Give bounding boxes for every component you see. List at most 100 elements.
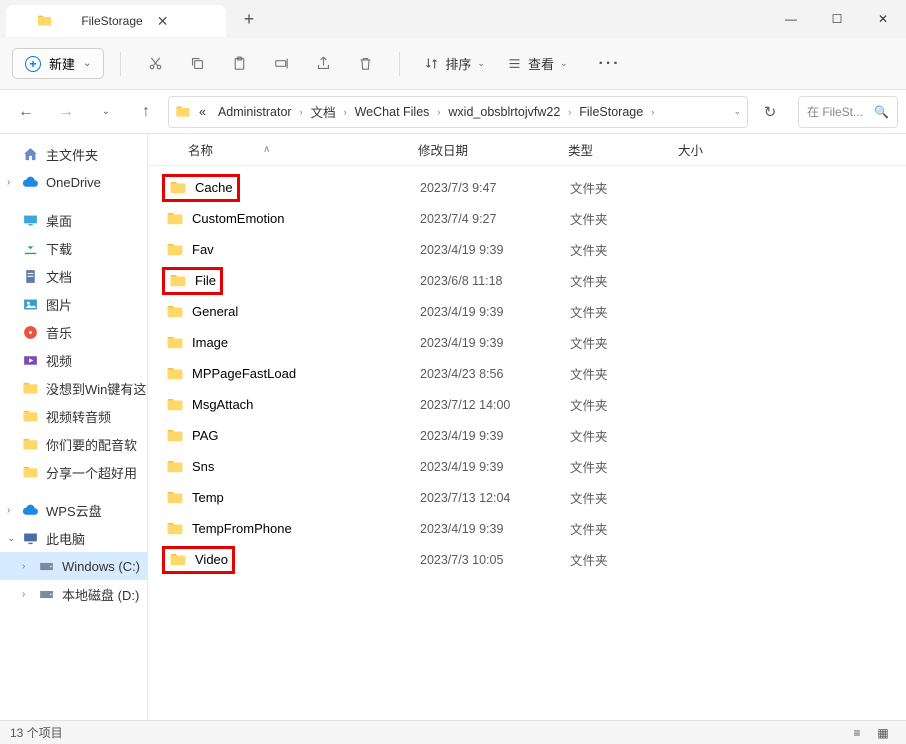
col-name[interactable]: 名称∧ (188, 140, 418, 159)
folder-icon (22, 464, 39, 481)
address-bar[interactable]: « Administrator › 文档 › WeChat Files › wx… (168, 96, 748, 128)
plus-icon: + (25, 56, 41, 72)
up-button[interactable]: ↑ (128, 95, 164, 129)
file-type: 文件夹 (570, 364, 680, 383)
sidebar-quick-item[interactable]: 下载 (0, 234, 147, 262)
breadcrumb-seg[interactable]: FileStorage (575, 103, 647, 121)
sort-dropdown[interactable]: 排序 ⌄ (416, 49, 493, 78)
sidebar-quick-item[interactable]: 没想到Win键有这 (0, 374, 147, 402)
breadcrumb-seg[interactable]: Administrator (214, 103, 296, 121)
sidebar-thispc[interactable]: ⌄ 此电脑 (0, 524, 147, 552)
new-button[interactable]: + 新建 ⌄ (12, 48, 104, 79)
sidebar-quick-item[interactable]: 视频 (0, 346, 147, 374)
search-icon: 🔍 (874, 105, 889, 119)
file-type: 文件夹 (570, 395, 680, 414)
folder-icon (166, 489, 184, 507)
sidebar-home[interactable]: 主文件夹 (0, 140, 147, 168)
file-type: 文件夹 (570, 550, 680, 569)
window-tab[interactable]: FileStorage ✕ (6, 5, 226, 37)
file-row[interactable]: General2023/4/19 9:39文件夹 (148, 296, 906, 327)
toolbar: + 新建 ⌄ 排序 ⌄ 查看 ⌄ ··· (0, 38, 906, 90)
file-row[interactable]: Sns2023/4/19 9:39文件夹 (148, 451, 906, 482)
sidebar-wps[interactable]: › WPS云盘 (0, 496, 147, 524)
file-row[interactable]: MPPageFastLoad2023/4/23 8:56文件夹 (148, 358, 906, 389)
file-date: 2023/7/3 10:05 (420, 553, 570, 567)
file-date: 2023/4/19 9:39 (420, 336, 570, 350)
sidebar-quick-item[interactable]: 你们要的配音软 (0, 430, 147, 458)
col-size[interactable]: 大小 (678, 140, 748, 159)
sidebar-onedrive[interactable]: › OneDrive (0, 168, 147, 196)
sidebar-quick-item[interactable]: 文档 (0, 262, 147, 290)
file-row[interactable]: File2023/6/8 11:18文件夹 (148, 265, 906, 296)
view-label: 查看 (528, 54, 554, 73)
back-button[interactable]: ← (8, 95, 44, 129)
file-date: 2023/6/8 11:18 (420, 274, 570, 288)
tab-title: FileStorage (81, 14, 142, 28)
forward-button[interactable]: → (48, 95, 84, 129)
file-date: 2023/4/19 9:39 (420, 305, 570, 319)
sidebar-quick-item[interactable]: 视频转音频 (0, 402, 147, 430)
chevron-down-icon: ⌄ (560, 58, 568, 69)
window-controls: — ☐ ✕ (768, 0, 906, 38)
folder-icon (22, 380, 39, 397)
folder-icon (18, 13, 71, 29)
new-tab-button[interactable]: + (232, 9, 266, 30)
view-details-button[interactable]: ≡ (844, 723, 870, 743)
rename-button[interactable] (263, 48, 299, 80)
sidebar-drive-d[interactable]: › 本地磁盘 (D:) (0, 580, 147, 608)
music-icon (22, 324, 39, 341)
chevron-right-icon: › (437, 107, 440, 117)
chevron-down-icon[interactable]: ⌄ (733, 106, 741, 117)
view-icons-button[interactable]: ▦ (870, 723, 896, 743)
delete-button[interactable] (347, 48, 383, 80)
file-row[interactable]: CustomEmotion2023/7/4 9:27文件夹 (148, 203, 906, 234)
share-button[interactable] (305, 48, 341, 80)
separator (399, 52, 400, 76)
close-window-button[interactable]: ✕ (860, 0, 906, 38)
file-row[interactable]: Temp2023/7/13 12:04文件夹 (148, 482, 906, 513)
paste-button[interactable] (221, 48, 257, 80)
col-date[interactable]: 修改日期 (418, 140, 568, 159)
status-bar: 13 个项目 ≡ ▦ (0, 720, 906, 744)
maximize-button[interactable]: ☐ (814, 0, 860, 38)
sidebar-drive-c[interactable]: › Windows (C:) (0, 552, 147, 580)
chevron-down-icon: ⌄ (83, 58, 91, 69)
file-date: 2023/7/12 14:00 (420, 398, 570, 412)
file-row[interactable]: MsgAttach2023/7/12 14:00文件夹 (148, 389, 906, 420)
breadcrumb-seg[interactable]: WeChat Files (351, 103, 434, 121)
search-box[interactable]: 在 FileSt... 🔍 (798, 96, 898, 128)
file-date: 2023/7/4 9:27 (420, 212, 570, 226)
cloud-icon (22, 502, 39, 519)
sidebar-quick-item[interactable]: 分享一个超好用 (0, 458, 147, 486)
file-date: 2023/4/19 9:39 (420, 243, 570, 257)
file-list: Cache2023/7/3 9:47文件夹 CustomEmotion 2023/7… (148, 166, 906, 575)
view-dropdown[interactable]: 查看 ⌄ (499, 49, 576, 78)
file-row[interactable]: TempFromPhone2023/4/19 9:39文件夹 (148, 513, 906, 544)
copy-button[interactable] (179, 48, 215, 80)
file-row[interactable]: Fav2023/4/19 9:39文件夹 (148, 234, 906, 265)
file-name: PAG (192, 428, 219, 443)
breadcrumb-seg[interactable]: wxid_obsblrtojvfw22 (444, 103, 564, 121)
sidebar-quick-item[interactable]: 音乐 (0, 318, 147, 346)
folder-icon (166, 427, 184, 445)
sidebar-quick-item[interactable]: 图片 (0, 290, 147, 318)
sidebar-quick-item[interactable]: 桌面 (0, 206, 147, 234)
breadcrumb-ellipsis[interactable]: « (195, 103, 210, 121)
file-row[interactable]: Video2023/7/3 10:05文件夹 (148, 544, 906, 575)
file-row[interactable]: Image2023/4/19 9:39文件夹 (148, 327, 906, 358)
breadcrumb-seg[interactable]: 文档 (307, 100, 340, 123)
cut-button[interactable] (137, 48, 173, 80)
file-type: 文件夹 (570, 457, 680, 476)
file-name: CustomEmotion (192, 211, 284, 226)
minimize-button[interactable]: — (768, 0, 814, 38)
refresh-button[interactable]: ↻ (752, 95, 788, 129)
col-type[interactable]: 类型 (568, 140, 678, 159)
close-tab-icon[interactable]: ✕ (153, 13, 214, 30)
folder-icon (166, 303, 184, 321)
file-row[interactable]: PAG2023/4/19 9:39文件夹 (148, 420, 906, 451)
history-dropdown[interactable]: ⌄ (88, 95, 124, 129)
folder-icon (166, 365, 184, 383)
more-button[interactable]: ··· (592, 48, 628, 80)
main: 主文件夹 › OneDrive 桌面下载文档图片音乐视频没想到Win键有这视频转… (0, 134, 906, 720)
file-row[interactable]: Cache2023/7/3 9:47文件夹 (148, 172, 906, 203)
